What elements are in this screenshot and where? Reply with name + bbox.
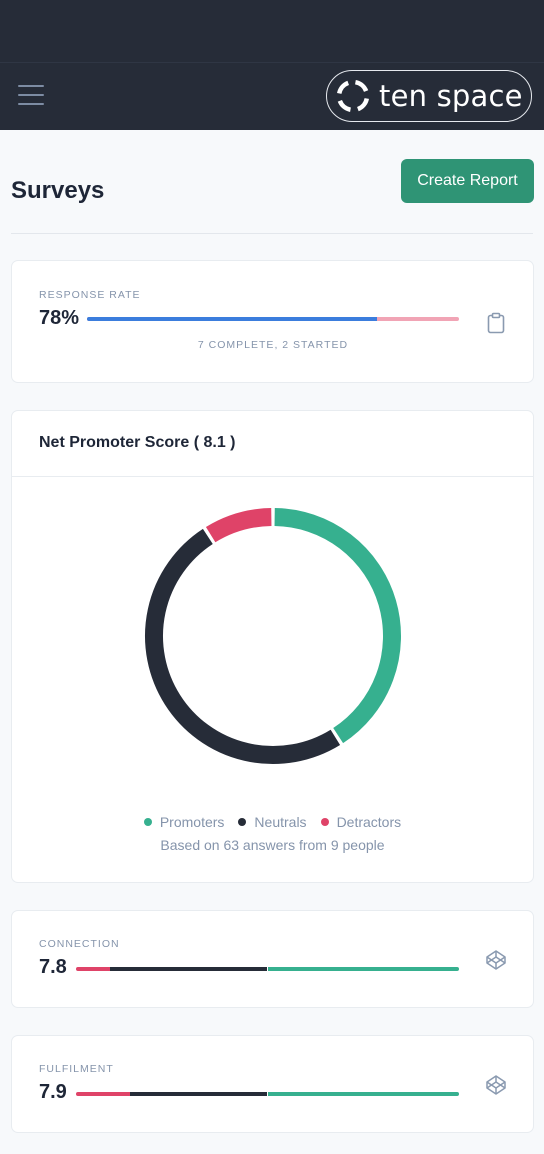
legend-item-detractors[interactable]: Detractors (320, 814, 402, 830)
connection-label: CONNECTION (39, 938, 120, 950)
status-bar (0, 0, 544, 62)
legend-label: Detractors (336, 814, 402, 830)
hamburger-icon[interactable] (18, 85, 44, 107)
logo-text: ten space (379, 79, 523, 113)
codepen-cube-icon[interactable] (485, 949, 507, 976)
title-divider (11, 233, 533, 234)
response-rate-card: RESPONSE RATE 78% 7 COMPLETE, 2 STARTED (11, 260, 534, 383)
ten-space-logo[interactable]: ten space (326, 70, 532, 122)
donut-slice-promoters[interactable] (274, 508, 401, 744)
bar-segment-promoters (267, 1092, 459, 1096)
fulfilment-card: FULFILMENT 7.9 (11, 1035, 534, 1133)
legend-label: Promoters (159, 814, 225, 830)
create-report-button[interactable]: Create Report (401, 159, 534, 203)
nps-title: Net Promoter Score ( 8.1 ) (39, 434, 236, 451)
connection-card: CONNECTION 7.8 (11, 910, 534, 1008)
connection-value: 7.8 (39, 956, 67, 978)
codepen-cube-icon[interactable] (485, 1074, 507, 1101)
donut-slice-detractors[interactable] (205, 508, 272, 543)
legend-item-promoters[interactable]: Promoters (143, 814, 225, 830)
fulfilment-value: 7.9 (39, 1081, 67, 1103)
nps-card-header: Net Promoter Score ( 8.1 ) (12, 411, 533, 477)
legend-label: Neutrals (254, 814, 307, 830)
response-rate-bar-fill (87, 317, 378, 321)
page-title: Surveys (11, 177, 105, 204)
nps-donut-chart (145, 508, 401, 764)
fulfilment-label: FULFILMENT (39, 1063, 114, 1075)
clipboard-icon[interactable] (486, 312, 506, 339)
legend-dot-icon (238, 818, 247, 826)
nps-footer-text: Based on 63 answers from 9 people (160, 837, 385, 853)
legend-item-neutrals[interactable]: Neutrals (238, 814, 307, 830)
response-rate-summary: 7 COMPLETE, 2 STARTED (197, 339, 349, 351)
response-rate-label: RESPONSE RATE (39, 289, 141, 301)
fulfilment-score-bar (76, 1092, 459, 1096)
logo-ring-icon (336, 79, 370, 113)
response-rate-bar (87, 317, 459, 321)
bar-segment-neutrals (129, 1092, 268, 1096)
nps-legend: Promoters Neutrals Detractors (12, 814, 533, 830)
bar-segment-promoters (267, 967, 459, 971)
bar-segment-neutrals (110, 967, 268, 971)
legend-dot-icon (143, 818, 152, 826)
response-rate-value: 78% (39, 307, 80, 329)
connection-score-bar (76, 967, 459, 971)
nps-card: Net Promoter Score ( 8.1 ) Promoters Neut… (11, 410, 534, 883)
legend-dot-icon (320, 818, 329, 826)
top-navbar: ten space (0, 62, 544, 130)
donut-slice-neutrals[interactable] (145, 528, 341, 764)
bar-segment-detractors (76, 1092, 130, 1096)
bar-segment-detractors (76, 967, 111, 971)
